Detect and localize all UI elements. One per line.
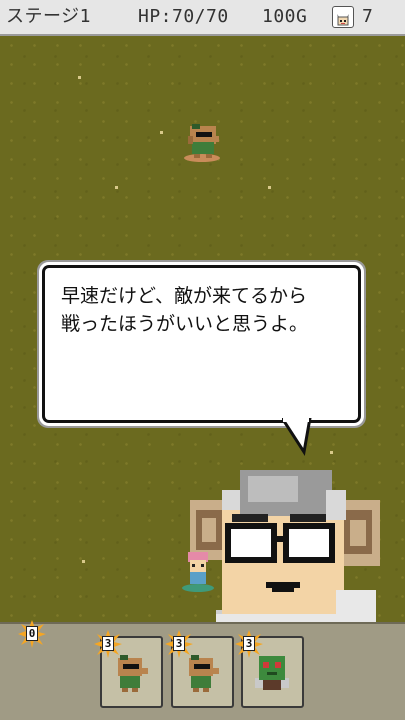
timer-value: 0 (26, 626, 38, 641)
status-bar: ステージ1 HP:70/70 100G 7 (0, 0, 405, 36)
card-3-cost: 3 (243, 636, 255, 651)
gold-readout: 100G (262, 6, 308, 27)
spark-burst-icon: 0 (18, 620, 46, 648)
dialog-text: 早速だけど、敵が来てるから 戦ったほうがいいと思うよ。 (61, 285, 309, 335)
stage-label: ステージ1 (6, 6, 91, 27)
card-3-cost-badge: 3 (235, 630, 263, 658)
card-1-cost-badge: 3 (94, 630, 122, 658)
cat-face-icon (332, 6, 354, 28)
card-2-cost-badge: 3 (165, 630, 193, 658)
item-count: 7 (362, 6, 374, 27)
dialog-bubble-tail (279, 416, 322, 458)
hp-readout: HP:70/70 (138, 6, 229, 27)
pink-hair-ally-sprite[interactable] (180, 548, 216, 592)
card-2-cost: 3 (173, 636, 185, 651)
card-1-cost: 3 (102, 636, 114, 651)
enemy-sunglasses-dog-sprite[interactable] (182, 120, 226, 164)
dialog-bubble[interactable]: 早速だけど、敵が来てるから 戦ったほうがいいと思うよ。 (45, 268, 358, 420)
